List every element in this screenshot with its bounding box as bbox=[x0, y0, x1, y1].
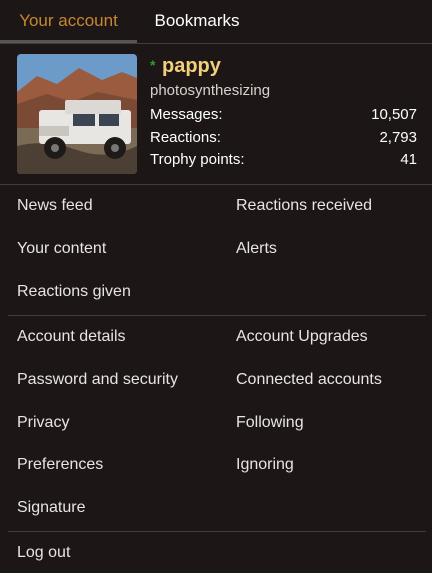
profile-summary: * pappy photosynthesizing Messages: 10,5… bbox=[0, 44, 432, 184]
stat-trophy-points: Trophy points: 41 bbox=[150, 151, 417, 173]
stat-label: Reactions: bbox=[150, 129, 221, 146]
menu-item-reactions-received[interactable]: Reactions received bbox=[236, 197, 372, 215]
menu-item-your-content[interactable]: Your content bbox=[17, 240, 106, 258]
menu-item-ignoring[interactable]: Ignoring bbox=[236, 456, 294, 474]
avatar-image bbox=[17, 54, 137, 174]
stat-value: 2,793 bbox=[379, 129, 417, 146]
stat-label: Trophy points: bbox=[150, 151, 245, 168]
stat-label: Messages: bbox=[150, 106, 223, 123]
menu-item-news-feed[interactable]: News feed bbox=[17, 197, 93, 215]
menu-item-connected-accounts[interactable]: Connected accounts bbox=[236, 371, 382, 389]
menu-item-preferences[interactable]: Preferences bbox=[17, 456, 103, 474]
stat-reactions: Reactions: 2,793 bbox=[150, 129, 417, 151]
online-status-icon: * bbox=[150, 57, 156, 73]
menu-item-signature[interactable]: Signature bbox=[17, 499, 86, 517]
username-link[interactable]: pappy bbox=[162, 55, 221, 78]
divider bbox=[8, 531, 426, 532]
menu-item-reactions-given[interactable]: Reactions given bbox=[17, 283, 131, 301]
account-tabs: Your account Bookmarks bbox=[0, 0, 432, 44]
user-title: photosynthesizing bbox=[150, 82, 271, 99]
logout-link[interactable]: Log out bbox=[17, 544, 70, 562]
menu-item-password-security[interactable]: Password and security bbox=[17, 371, 178, 389]
divider bbox=[0, 184, 432, 185]
menu-item-privacy[interactable]: Privacy bbox=[17, 414, 69, 432]
avatar[interactable] bbox=[17, 54, 137, 174]
stat-messages: Messages: 10,507 bbox=[150, 106, 417, 128]
menu-item-account-details[interactable]: Account details bbox=[17, 328, 126, 346]
menu-item-following[interactable]: Following bbox=[236, 414, 304, 432]
tab-your-account[interactable]: Your account bbox=[0, 0, 137, 43]
menu-item-alerts[interactable]: Alerts bbox=[236, 240, 277, 258]
tab-bookmarks[interactable]: Bookmarks bbox=[137, 0, 257, 40]
stat-value: 41 bbox=[400, 151, 417, 168]
menu-item-account-upgrades[interactable]: Account Upgrades bbox=[236, 328, 368, 346]
stat-value: 10,507 bbox=[371, 106, 417, 123]
divider bbox=[8, 315, 426, 316]
